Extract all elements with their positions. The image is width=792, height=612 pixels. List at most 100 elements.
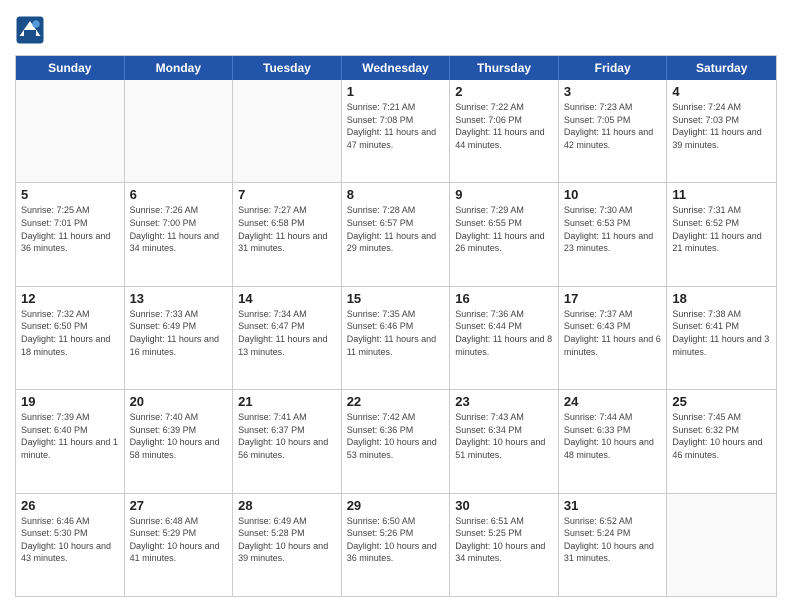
day-number: 14 <box>238 291 336 306</box>
calendar-cell-r4c6 <box>667 494 776 596</box>
calendar-cell-r2c6: 18Sunrise: 7:38 AM Sunset: 6:41 PM Dayli… <box>667 287 776 389</box>
calendar-cell-r0c6: 4 Sunrise: 7:24 AM Sunset: 7:03 PM Daylig… <box>667 80 776 182</box>
weekday-header-monday: Monday <box>125 56 234 80</box>
day-number: 4 <box>672 84 771 99</box>
day-number: 31 <box>564 498 662 513</box>
weekday-header-sunday: Sunday <box>16 56 125 80</box>
calendar-row-0: 1Sunrise: 7:21 AM Sunset: 7:08 PM Daylig… <box>16 80 776 182</box>
day-info: Sunrise: 7:25 AM Sunset: 7:01 PM Dayligh… <box>21 204 119 254</box>
weekday-header-friday: Friday <box>559 56 668 80</box>
logo <box>15 15 47 45</box>
calendar-cell-r0c0 <box>16 80 125 182</box>
calendar-cell-r3c6: 25 Sunrise: 7:45 AM Sunset: 6:32 PM Dayli… <box>667 390 776 492</box>
day-number: 17 <box>564 291 662 306</box>
day-number: 27 <box>130 498 228 513</box>
day-number: 21 <box>238 394 336 409</box>
calendar-cell-r4c1: 27 Sunrise: 6:48 AM Sunset: 5:29 PM Dayli… <box>125 494 234 596</box>
day-number: 15 <box>347 291 445 306</box>
day-info: Sunrise: 7:33 AM Sunset: 6:49 PM Dayligh… <box>130 308 228 358</box>
day-number: 2 <box>455 84 553 99</box>
calendar-cell-r0c5: 3 Sunrise: 7:23 AM Sunset: 7:05 PM Daylig… <box>559 80 668 182</box>
day-info: Sunrise: 7:27 AM Sunset: 6:58 PM Dayligh… <box>238 204 336 254</box>
day-number: 23 <box>455 394 553 409</box>
day-number: 5 <box>21 187 119 202</box>
calendar-cell-r4c4: 30 Sunrise: 6:51 AM Sunset: 5:25 PM Dayli… <box>450 494 559 596</box>
day-info: Sunrise: 7:42 AM Sunset: 6:36 PM Dayligh… <box>347 411 445 461</box>
calendar-cell-r4c0: 26Sunrise: 6:46 AM Sunset: 5:30 PM Dayli… <box>16 494 125 596</box>
day-info: Sunrise: 7:29 AM Sunset: 6:55 PM Dayligh… <box>455 204 553 254</box>
day-info: Sunrise: 7:40 AM Sunset: 6:39 PM Dayligh… <box>130 411 228 461</box>
day-number: 10 <box>564 187 662 202</box>
calendar-cell-r3c5: 24Sunrise: 7:44 AM Sunset: 6:33 PM Dayli… <box>559 390 668 492</box>
day-info: Sunrise: 6:52 AM Sunset: 5:24 PM Dayligh… <box>564 515 662 565</box>
weekday-header-tuesday: Tuesday <box>233 56 342 80</box>
calendar-cell-r0c2 <box>233 80 342 182</box>
day-info: Sunrise: 7:26 AM Sunset: 7:00 PM Dayligh… <box>130 204 228 254</box>
day-info: Sunrise: 7:28 AM Sunset: 6:57 PM Dayligh… <box>347 204 445 254</box>
day-number: 1 <box>347 84 445 99</box>
day-info: Sunrise: 7:37 AM Sunset: 6:43 PM Dayligh… <box>564 308 662 358</box>
weekday-header-saturday: Saturday <box>667 56 776 80</box>
calendar: SundayMondayTuesdayWednesdayThursdayFrid… <box>15 55 777 597</box>
day-number: 3 <box>564 84 662 99</box>
day-info: Sunrise: 7:23 AM Sunset: 7:05 PM Dayligh… <box>564 101 662 151</box>
day-number: 16 <box>455 291 553 306</box>
day-info: Sunrise: 7:38 AM Sunset: 6:41 PM Dayligh… <box>672 308 771 358</box>
calendar-cell-r1c0: 5 Sunrise: 7:25 AM Sunset: 7:01 PM Daylig… <box>16 183 125 285</box>
calendar-cell-r3c2: 21Sunrise: 7:41 AM Sunset: 6:37 PM Dayli… <box>233 390 342 492</box>
calendar-cell-r4c2: 28 Sunrise: 6:49 AM Sunset: 5:28 PM Dayli… <box>233 494 342 596</box>
day-info: Sunrise: 6:48 AM Sunset: 5:29 PM Dayligh… <box>130 515 228 565</box>
calendar-cell-r0c1 <box>125 80 234 182</box>
day-info: Sunrise: 7:22 AM Sunset: 7:06 PM Dayligh… <box>455 101 553 151</box>
day-info: Sunrise: 7:35 AM Sunset: 6:46 PM Dayligh… <box>347 308 445 358</box>
calendar-cell-r2c0: 12 Sunrise: 7:32 AM Sunset: 6:50 PM Dayli… <box>16 287 125 389</box>
day-info: Sunrise: 7:45 AM Sunset: 6:32 PM Dayligh… <box>672 411 771 461</box>
day-number: 20 <box>130 394 228 409</box>
day-number: 11 <box>672 187 771 202</box>
weekday-header-wednesday: Wednesday <box>342 56 451 80</box>
day-info: Sunrise: 7:32 AM Sunset: 6:50 PM Dayligh… <box>21 308 119 358</box>
calendar-cell-r2c5: 17 Sunrise: 7:37 AM Sunset: 6:43 PM Dayli… <box>559 287 668 389</box>
day-number: 28 <box>238 498 336 513</box>
calendar-cell-r4c3: 29 Sunrise: 6:50 AM Sunset: 5:26 PM Dayli… <box>342 494 451 596</box>
logo-icon <box>15 15 45 45</box>
calendar-cell-r1c2: 7 Sunrise: 7:27 AM Sunset: 6:58 PM Daylig… <box>233 183 342 285</box>
calendar-cell-r4c5: 31 Sunrise: 6:52 AM Sunset: 5:24 PM Dayli… <box>559 494 668 596</box>
day-number: 13 <box>130 291 228 306</box>
calendar-cell-r1c5: 10Sunrise: 7:30 AM Sunset: 6:53 PM Dayli… <box>559 183 668 285</box>
day-info: Sunrise: 6:49 AM Sunset: 5:28 PM Dayligh… <box>238 515 336 565</box>
calendar-cell-r2c2: 14 Sunrise: 7:34 AM Sunset: 6:47 PM Dayli… <box>233 287 342 389</box>
header <box>15 15 777 45</box>
weekday-header-thursday: Thursday <box>450 56 559 80</box>
day-number: 19 <box>21 394 119 409</box>
day-number: 25 <box>672 394 771 409</box>
calendar-header: SundayMondayTuesdayWednesdayThursdayFrid… <box>16 56 776 80</box>
calendar-cell-r3c3: 22 Sunrise: 7:42 AM Sunset: 6:36 PM Dayli… <box>342 390 451 492</box>
page: SundayMondayTuesdayWednesdayThursdayFrid… <box>0 0 792 612</box>
calendar-row-1: 5 Sunrise: 7:25 AM Sunset: 7:01 PM Daylig… <box>16 182 776 285</box>
day-info: Sunrise: 7:43 AM Sunset: 6:34 PM Dayligh… <box>455 411 553 461</box>
calendar-row-4: 26Sunrise: 6:46 AM Sunset: 5:30 PM Dayli… <box>16 493 776 596</box>
day-number: 30 <box>455 498 553 513</box>
day-info: Sunrise: 7:36 AM Sunset: 6:44 PM Dayligh… <box>455 308 553 358</box>
day-number: 26 <box>21 498 119 513</box>
day-info: Sunrise: 6:50 AM Sunset: 5:26 PM Dayligh… <box>347 515 445 565</box>
day-info: Sunrise: 7:34 AM Sunset: 6:47 PM Dayligh… <box>238 308 336 358</box>
day-number: 7 <box>238 187 336 202</box>
day-number: 8 <box>347 187 445 202</box>
calendar-cell-r2c3: 15 Sunrise: 7:35 AM Sunset: 6:46 PM Dayli… <box>342 287 451 389</box>
calendar-cell-r3c0: 19Sunrise: 7:39 AM Sunset: 6:40 PM Dayli… <box>16 390 125 492</box>
day-info: Sunrise: 6:51 AM Sunset: 5:25 PM Dayligh… <box>455 515 553 565</box>
day-number: 9 <box>455 187 553 202</box>
day-info: Sunrise: 7:31 AM Sunset: 6:52 PM Dayligh… <box>672 204 771 254</box>
day-number: 12 <box>21 291 119 306</box>
day-number: 29 <box>347 498 445 513</box>
calendar-cell-r2c4: 16 Sunrise: 7:36 AM Sunset: 6:44 PM Dayli… <box>450 287 559 389</box>
calendar-cell-r1c3: 8 Sunrise: 7:28 AM Sunset: 6:57 PM Daylig… <box>342 183 451 285</box>
calendar-row-2: 12 Sunrise: 7:32 AM Sunset: 6:50 PM Dayli… <box>16 286 776 389</box>
calendar-row-3: 19Sunrise: 7:39 AM Sunset: 6:40 PM Dayli… <box>16 389 776 492</box>
day-info: Sunrise: 7:24 AM Sunset: 7:03 PM Dayligh… <box>672 101 771 151</box>
day-number: 22 <box>347 394 445 409</box>
calendar-cell-r1c6: 11 Sunrise: 7:31 AM Sunset: 6:52 PM Dayli… <box>667 183 776 285</box>
day-number: 24 <box>564 394 662 409</box>
